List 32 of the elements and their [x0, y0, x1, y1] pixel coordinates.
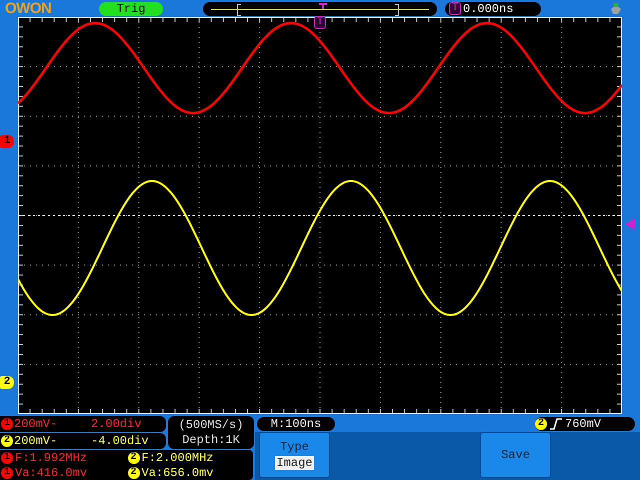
channel-badge: 2: [128, 466, 140, 478]
amplitude-reading: Va:656.0mv: [142, 466, 214, 480]
channel-badge: 2: [128, 452, 140, 464]
menu-action-button[interactable]: Save: [480, 432, 551, 478]
volts-per-div: 200mV-: [14, 417, 58, 431]
trigger-position-icon: [319, 2, 327, 8]
logo: OWON: [5, 0, 52, 17]
vertical-offset: 2.00div: [91, 417, 142, 431]
rising-edge-icon: [549, 418, 563, 430]
menu-option-button[interactable]: Type Image: [259, 432, 330, 478]
channel-badge: 1: [1, 418, 13, 430]
channel-badge: 2: [535, 418, 547, 430]
trigger-marker: T: [314, 16, 326, 29]
time-offset: 0.000ns: [463, 2, 514, 16]
channel-badge: 2: [1, 435, 13, 447]
frequency-reading: F:2.000MHz: [142, 450, 214, 464]
volts-per-div: 200mV-: [14, 434, 58, 448]
trigger-status: Trig: [99, 2, 163, 16]
usb-icon: [609, 2, 623, 15]
trigger-badge: T: [449, 2, 461, 15]
sample-rate: (500MS/s): [178, 418, 244, 432]
vertical-offset: -4.00div: [91, 434, 149, 448]
channel-marker[interactable]: 2: [0, 376, 14, 389]
amplitude-reading: Va:416.0mv: [15, 466, 88, 480]
frequency-reading: F:1.992MHz: [15, 450, 88, 464]
channel-marker[interactable]: 1: [0, 135, 14, 148]
timebase-display: M:100ns: [257, 417, 335, 431]
record-depth: Depth:1K: [182, 432, 240, 448]
channel-badge: 1: [1, 466, 13, 478]
trigger-level-icon: [625, 218, 635, 230]
trigger-value: 760mV: [565, 417, 602, 431]
channel-badge: 1: [1, 452, 13, 464]
